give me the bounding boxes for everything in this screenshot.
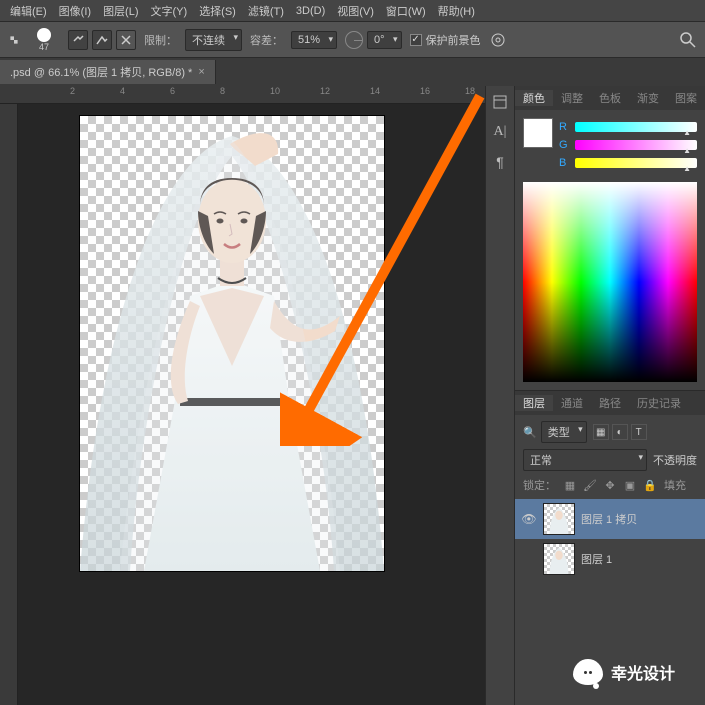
tab-layers[interactable]: 图层 bbox=[515, 395, 553, 411]
search-icon[interactable] bbox=[679, 31, 697, 49]
blend-mode-dropdown[interactable]: 正常 bbox=[523, 449, 647, 471]
angle-input[interactable]: 0° bbox=[367, 31, 402, 49]
ruler-tick: 6 bbox=[170, 86, 175, 96]
menu-layer[interactable]: 图层(L) bbox=[97, 3, 144, 19]
menu-3d[interactable]: 3D(D) bbox=[290, 5, 331, 17]
foreground-background-swatch[interactable] bbox=[523, 118, 553, 148]
close-tab-icon[interactable]: × bbox=[198, 66, 204, 78]
search-icon-small: 🔍 bbox=[523, 426, 537, 439]
menu-help[interactable]: 帮助(H) bbox=[432, 3, 481, 19]
sampling-once-icon[interactable] bbox=[92, 30, 112, 50]
protect-foreground-label: 保护前景色 bbox=[426, 32, 481, 48]
photo-content bbox=[80, 116, 384, 571]
lock-pixels-icon[interactable]: 🖌 bbox=[582, 477, 598, 493]
lock-label: 锁定： bbox=[523, 477, 556, 493]
layer-thumbnail[interactable] bbox=[543, 503, 575, 535]
lock-transparency-icon[interactable]: ▦ bbox=[562, 477, 578, 493]
r-label: R bbox=[559, 121, 569, 133]
filter-pixel-icon[interactable]: ▦ bbox=[593, 424, 609, 440]
menu-image[interactable]: 图像(I) bbox=[53, 3, 97, 19]
properties-icon[interactable] bbox=[488, 90, 512, 114]
layer-name: 图层 1 拷贝 bbox=[581, 511, 637, 527]
layer-thumbnail[interactable] bbox=[543, 543, 575, 575]
options-bar: 47 限制： 不连续 容差： 51% 0° 保护前景色 bbox=[0, 22, 705, 58]
tab-color[interactable]: 颜色 bbox=[515, 90, 553, 106]
brush-dot-icon bbox=[37, 28, 51, 42]
ruler-tick: 8 bbox=[220, 86, 225, 96]
ruler-tick: 2 bbox=[70, 86, 75, 96]
layers-panel-tabs: 图层 通道 路径 历史记录 bbox=[515, 391, 705, 415]
brush-size-label: 47 bbox=[39, 42, 49, 52]
tolerance-label: 容差： bbox=[250, 32, 283, 48]
document-tab-bar: .psd @ 66.1% (图层 1 拷贝, RGB/8) * × bbox=[0, 58, 705, 86]
tab-gradients[interactable]: 渐变 bbox=[629, 90, 667, 106]
filter-type-icon[interactable]: T bbox=[631, 424, 647, 440]
layer-list: 👁 图层 1 拷贝 图层 1 bbox=[515, 499, 705, 579]
color-panel: R G B bbox=[515, 110, 705, 390]
horizontal-ruler: 2 4 6 8 10 12 14 16 18 bbox=[0, 86, 485, 104]
menu-filter[interactable]: 滤镜(T) bbox=[242, 3, 290, 19]
lock-position-icon[interactable]: ✥ bbox=[602, 477, 618, 493]
ruler-tick: 4 bbox=[120, 86, 125, 96]
tool-switch-icon[interactable] bbox=[8, 30, 20, 50]
ruler-tick: 12 bbox=[320, 86, 330, 96]
angle-dial-icon[interactable] bbox=[345, 31, 363, 49]
layer-item[interactable]: 👁 图层 1 拷贝 bbox=[515, 499, 705, 539]
ruler-tick: 16 bbox=[420, 86, 430, 96]
ruler-tick: 10 bbox=[270, 86, 280, 96]
ruler-tick: 14 bbox=[370, 86, 380, 96]
g-label: G bbox=[559, 139, 569, 151]
canvas-image[interactable] bbox=[80, 116, 384, 571]
limit-dropdown[interactable]: 不连续 bbox=[185, 29, 242, 51]
lock-artboard-icon[interactable]: ▣ bbox=[622, 477, 638, 493]
vertical-ruler bbox=[0, 104, 18, 705]
protect-foreground-checkbox[interactable] bbox=[410, 34, 422, 46]
sampling-swatch-icon[interactable] bbox=[116, 30, 136, 50]
tolerance-dropdown[interactable]: 51% bbox=[291, 31, 337, 49]
menu-window[interactable]: 窗口(W) bbox=[380, 3, 432, 19]
menu-type[interactable]: 文字(Y) bbox=[145, 3, 194, 19]
b-slider[interactable] bbox=[575, 158, 697, 168]
g-slider[interactable] bbox=[575, 140, 697, 150]
target-icon[interactable] bbox=[489, 31, 507, 49]
tab-paths[interactable]: 路径 bbox=[591, 395, 629, 411]
menu-view[interactable]: 视图(V) bbox=[331, 3, 380, 19]
r-slider[interactable] bbox=[575, 122, 697, 132]
tab-swatches[interactable]: 色板 bbox=[591, 90, 629, 106]
filter-adjust-icon[interactable]: ◐ bbox=[612, 424, 628, 440]
layers-panel: 图层 通道 路径 历史记录 🔍 类型 ▦ ◐ T bbox=[515, 390, 705, 579]
document-tab-title: .psd @ 66.1% (图层 1 拷贝, RGB/8) * bbox=[10, 64, 192, 80]
canvas-area[interactable]: 2 4 6 8 10 12 14 16 18 bbox=[0, 86, 485, 705]
chat-bubble-icon bbox=[573, 659, 603, 685]
collapsed-panel-dock: A| ¶ bbox=[485, 86, 515, 705]
color-spectrum-picker[interactable] bbox=[523, 182, 697, 382]
character-panel-icon[interactable]: A| bbox=[488, 120, 512, 144]
tab-patterns[interactable]: 图案 bbox=[667, 90, 705, 106]
sampling-continuous-icon[interactable] bbox=[68, 30, 88, 50]
filter-kind-dropdown[interactable]: 类型 bbox=[541, 421, 587, 443]
tab-history[interactable]: 历史记录 bbox=[629, 395, 689, 411]
menu-bar: 编辑(E) 图像(I) 图层(L) 文字(Y) 选择(S) 滤镜(T) 3D(D… bbox=[0, 0, 705, 22]
visibility-toggle-icon[interactable]: 👁 bbox=[521, 512, 537, 526]
color-panel-tabs: 颜色 调整 色板 渐变 图案 bbox=[515, 86, 705, 110]
document-tab[interactable]: .psd @ 66.1% (图层 1 拷贝, RGB/8) * × bbox=[0, 60, 216, 84]
menu-edit[interactable]: 编辑(E) bbox=[4, 3, 53, 19]
ruler-tick: 18 bbox=[465, 86, 475, 96]
right-panel-group: 颜色 调整 色板 渐变 图案 R G B 图层 通道 路径 历史记录 bbox=[515, 86, 705, 705]
brush-preset-picker[interactable]: 47 bbox=[28, 24, 60, 56]
tab-adjust[interactable]: 调整 bbox=[553, 90, 591, 106]
fill-label: 填充 bbox=[664, 477, 686, 493]
opacity-label: 不透明度 bbox=[653, 452, 697, 468]
paragraph-panel-icon[interactable]: ¶ bbox=[488, 150, 512, 174]
watermark-text: 幸光设计 bbox=[611, 660, 675, 684]
b-label: B bbox=[559, 157, 569, 169]
menu-select[interactable]: 选择(S) bbox=[193, 3, 242, 19]
layer-name: 图层 1 bbox=[581, 551, 612, 567]
limit-label: 限制： bbox=[144, 32, 177, 48]
lock-all-icon[interactable]: 🔒 bbox=[642, 477, 658, 493]
layer-item[interactable]: 图层 1 bbox=[515, 539, 705, 579]
tab-channels[interactable]: 通道 bbox=[553, 395, 591, 411]
watermark: 幸光设计 bbox=[573, 659, 675, 685]
